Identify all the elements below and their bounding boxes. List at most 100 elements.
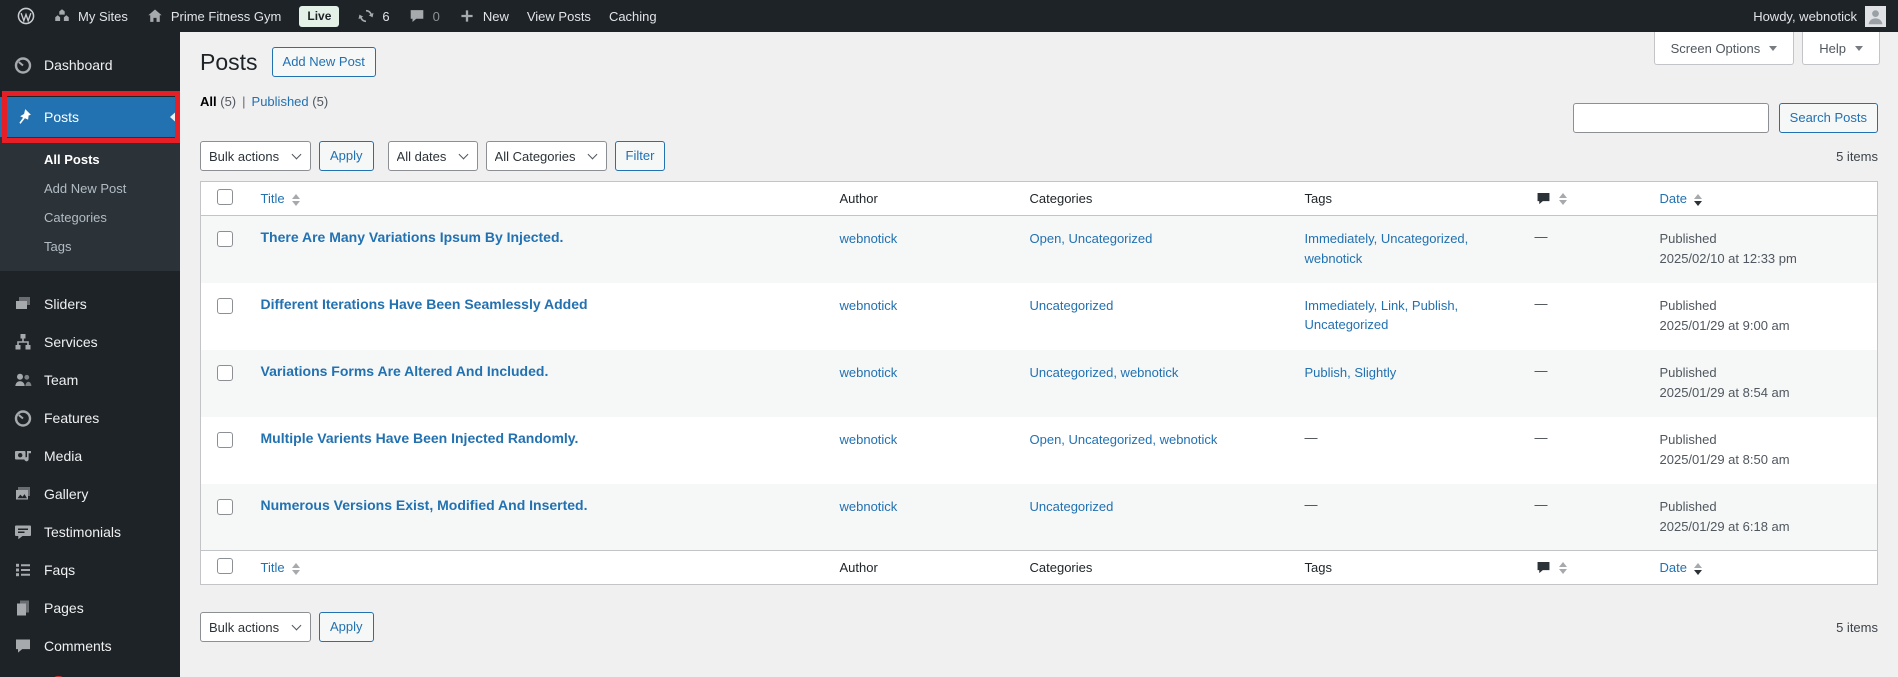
submenu-item-tags[interactable]: Tags [0, 232, 180, 261]
submenu-item-add-new-post[interactable]: Add New Post [0, 174, 180, 203]
post-comments-count: — [1534, 295, 1548, 311]
site-name: Prime Fitness Gym [170, 8, 282, 24]
sidebar-item-pages[interactable]: Pages [0, 589, 180, 627]
post-status: Published [1659, 364, 1717, 380]
posts-page: Screen Options Help Posts Add New Post S… [180, 32, 1898, 677]
column-footer-date[interactable]: Date [1649, 550, 1878, 585]
post-status: Published [1659, 498, 1717, 514]
column-header-title[interactable]: Title [250, 181, 830, 217]
new-content-menu[interactable]: New [449, 0, 518, 32]
multisite-icon [53, 7, 71, 25]
sidebar-item-comments[interactable]: Comments [0, 627, 180, 665]
add-new-post-button[interactable]: Add New Post [271, 47, 376, 77]
sidebar-item-faqs[interactable]: Faqs [0, 551, 180, 589]
select-all-checkbox-footer[interactable] [217, 558, 233, 575]
post-title-link[interactable]: There Are Many Variations Ipsum By Injec… [261, 229, 564, 245]
post-categories-link[interactable]: Uncategorized, webnotick [1030, 365, 1179, 380]
view-all-link[interactable]: All [200, 94, 217, 109]
admin-bar: My Sites Prime Fitness Gym Live 6 0 New … [0, 0, 1898, 32]
sidebar-item-posts[interactable]: Posts [0, 97, 180, 137]
updates-menu[interactable]: 6 [348, 0, 398, 32]
row-checkbox[interactable] [217, 297, 233, 314]
plus-icon [458, 7, 476, 25]
post-author-link[interactable]: webnotick [840, 499, 898, 514]
comment-bubble-icon [1535, 559, 1552, 576]
site-name-menu[interactable]: Prime Fitness Gym [137, 0, 291, 32]
row-checkbox[interactable] [217, 231, 233, 248]
camera-icon [13, 446, 33, 466]
post-author-link[interactable]: webnotick [840, 298, 898, 313]
sort-arrows-icon [1693, 562, 1702, 575]
categories-filter-select[interactable]: All Categories [485, 141, 607, 171]
apply-button-bottom[interactable]: Apply [319, 612, 374, 643]
column-footer-title[interactable]: Title [250, 550, 830, 585]
submenu-item-categories[interactable]: Categories [0, 203, 180, 232]
caching-menu[interactable]: Caching [600, 0, 666, 32]
post-author-link[interactable]: webnotick [840, 365, 898, 380]
sidebar-item-cutoff[interactable] [0, 665, 180, 677]
select-all-checkbox[interactable] [217, 189, 233, 206]
gallery-icon [13, 484, 33, 504]
sidebar-item-testimonials[interactable]: Testimonials [0, 513, 180, 551]
post-title-link[interactable]: Multiple Varients Have Been Injected Ran… [261, 430, 579, 446]
sidebar-item-sliders[interactable]: Sliders [0, 285, 180, 323]
dates-filter-select[interactable]: All dates [387, 141, 478, 171]
gauge-icon [13, 408, 33, 428]
sidebar-item-dashboard[interactable]: Dashboard [0, 46, 180, 84]
post-title-link[interactable]: Numerous Versions Exist, Modified And In… [261, 497, 588, 513]
search-posts-input[interactable] [1572, 103, 1769, 133]
view-posts-link[interactable]: View Posts [518, 0, 600, 32]
sort-arrows-icon [1558, 192, 1567, 205]
post-categories-link[interactable]: Uncategorized [1030, 499, 1114, 514]
post-categories-link[interactable]: Open, Uncategorized [1030, 231, 1153, 246]
column-footer-comments[interactable] [1524, 550, 1650, 585]
column-header-author: Author [829, 181, 1020, 217]
screen-options-button[interactable]: Screen Options [1653, 32, 1795, 65]
search-posts-button[interactable]: Search Posts [1778, 103, 1878, 133]
bulk-actions-select-bottom[interactable]: Bulk actions [200, 612, 311, 643]
caret-down-icon [1855, 45, 1863, 51]
post-author-link[interactable]: webnotick [840, 231, 898, 246]
sidebar-item-features[interactable]: Features [0, 399, 180, 437]
post-status: Published [1659, 431, 1717, 447]
my-sites-menu[interactable]: My Sites [44, 0, 137, 32]
filter-button[interactable]: Filter [614, 141, 666, 171]
row-checkbox[interactable] [217, 498, 233, 515]
post-categories-link[interactable]: Uncategorized [1030, 298, 1114, 313]
post-author-link[interactable]: webnotick [840, 432, 898, 447]
post-title-link[interactable]: Different Iterations Have Been Seamlessl… [261, 296, 588, 312]
view-published-link[interactable]: Published [252, 94, 309, 109]
items-count: 5 items [1836, 148, 1878, 164]
bulk-actions-select[interactable]: Bulk actions [200, 141, 311, 171]
column-header-date[interactable]: Date [1649, 181, 1878, 217]
post-comments-count: — [1534, 496, 1548, 512]
post-date: 2025/02/10 at 12:33 pm [1659, 251, 1797, 267]
help-button[interactable]: Help [1802, 32, 1880, 65]
apply-button[interactable]: Apply [319, 141, 374, 171]
avatar [1865, 5, 1886, 27]
live-status[interactable]: Live [290, 0, 348, 32]
new-label: New [482, 8, 509, 24]
sidebar-item-gallery[interactable]: Gallery [0, 475, 180, 513]
sidebar-item-media[interactable]: Media [0, 437, 180, 475]
submenu-item-all-posts[interactable]: All Posts [0, 145, 180, 174]
testimonial-icon [13, 522, 33, 542]
column-footer-tags: Tags [1294, 550, 1525, 585]
table-nav-bottom: Bulk actions Apply 5 items [200, 612, 1878, 643]
post-categories-link[interactable]: Open, Uncategorized, webnotick [1030, 432, 1218, 447]
post-tags-link[interactable]: Immediately, Link, Publish, Uncategorize… [1305, 298, 1459, 333]
post-status: Published [1659, 297, 1717, 313]
column-header-comments[interactable] [1524, 181, 1650, 217]
sidebar-item-services[interactable]: Services [0, 323, 180, 361]
my-account-menu[interactable]: Howdy, webnotick [1753, 5, 1892, 27]
comments-menu[interactable]: 0 [399, 0, 449, 32]
row-checkbox[interactable] [217, 364, 233, 381]
wordpress-logo-menu[interactable] [8, 0, 44, 32]
my-sites-label: My Sites [78, 8, 128, 24]
post-tags-link[interactable]: Publish, Slightly [1305, 365, 1397, 380]
row-checkbox[interactable] [217, 431, 233, 448]
live-badge: Live [299, 5, 340, 27]
post-title-link[interactable]: Variations Forms Are Altered And Include… [261, 363, 549, 379]
post-tags-link[interactable]: Immediately, Uncategorized, webnotick [1305, 231, 1469, 266]
sidebar-item-team[interactable]: Team [0, 361, 180, 399]
